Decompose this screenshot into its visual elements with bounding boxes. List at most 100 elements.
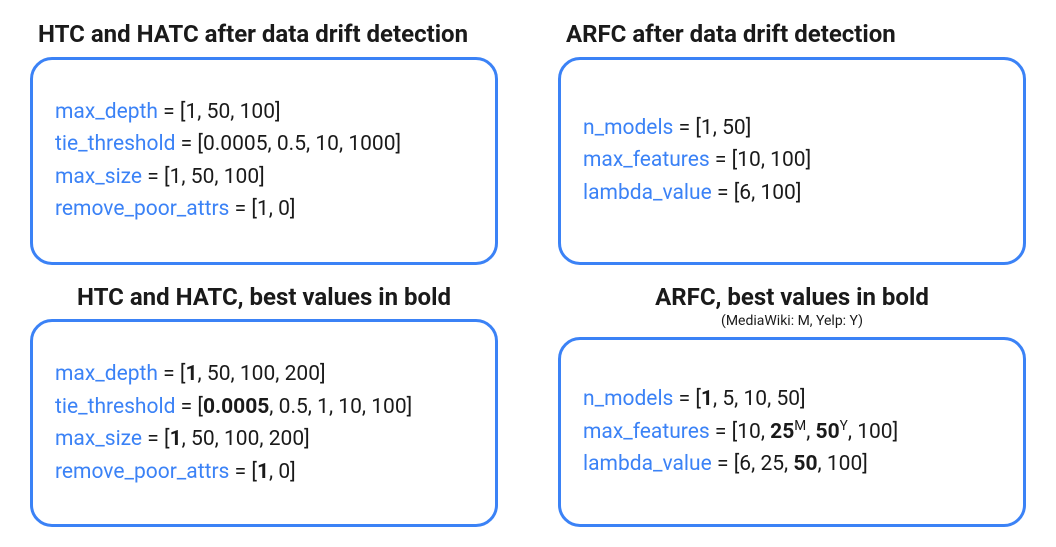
param-value: 100 xyxy=(224,427,259,451)
param-value: 100 xyxy=(857,420,892,444)
param-line: tie_threshold = [0.0005, 0.5, 10, 1000] xyxy=(55,128,473,161)
param-values: [0.0005, 0.5, 10, 1000] xyxy=(197,132,401,156)
param-name: max_features xyxy=(583,148,710,172)
param-value: 0.0005 xyxy=(203,395,269,419)
param-line: n_models = [1, 50] xyxy=(583,112,1001,145)
param-name: n_models xyxy=(583,387,673,411)
param-name: lambda_value xyxy=(583,452,712,476)
param-value: 1 xyxy=(701,387,713,411)
param-name: max_depth xyxy=(55,100,158,124)
panel: ARFC, best values in bold(MediaWiki: M, … xyxy=(558,283,1026,528)
param-box: n_models = [1, 5, 10, 50]max_features = … xyxy=(558,337,1026,527)
param-value: 100 xyxy=(224,165,259,189)
panel: HTC and HATC, best values in boldmax_dep… xyxy=(30,283,498,528)
equals-sign: = xyxy=(158,100,180,124)
equals-sign: = xyxy=(710,420,732,444)
param-value: 1 xyxy=(257,197,269,221)
param-line: n_models = [1, 5, 10, 50] xyxy=(583,383,1001,416)
param-name: max_features xyxy=(583,420,710,444)
panel-title: HTC and HATC after data drift detection xyxy=(38,20,498,49)
panel-title: ARFC after data drift detection xyxy=(566,20,1026,49)
panel: ARFC after data drift detection n_models … xyxy=(558,20,1026,265)
param-value: 5 xyxy=(722,387,734,411)
param-values: [1, 0] xyxy=(251,197,295,221)
param-value: 6 xyxy=(739,452,751,476)
param-line: tie_threshold = [0.0005, 0.5, 1, 10, 100… xyxy=(55,391,473,424)
param-line: max_features = [10, 25M, 50Y, 100] xyxy=(583,416,1001,449)
param-value: 100 xyxy=(770,148,805,172)
param-value: 100 xyxy=(371,395,406,419)
param-value: 1 xyxy=(185,362,197,386)
param-values: [10, 100] xyxy=(732,148,812,172)
param-value: 1 xyxy=(257,460,269,484)
param-values: [1, 50, 100, 200] xyxy=(164,427,310,451)
equals-sign: = xyxy=(175,395,197,419)
param-values: [10, 25M, 50Y, 100] xyxy=(732,420,899,444)
param-value: 10 xyxy=(338,395,362,419)
panel-title-block: HTC and HATC after data drift detection xyxy=(30,20,498,49)
panel-title-block: ARFC, best values in bold(MediaWiki: M, … xyxy=(558,283,1026,330)
param-values: [1, 50] xyxy=(695,116,751,140)
param-value: 50 xyxy=(722,116,746,140)
equals-sign: = xyxy=(229,197,251,221)
equals-sign: = xyxy=(712,181,734,205)
param-box: max_depth = [1, 50, 100, 200]tie_thresho… xyxy=(30,319,498,527)
param-values: [1, 50, 100] xyxy=(180,100,281,124)
param-line: remove_poor_attrs = [1, 0] xyxy=(55,193,473,226)
param-name: remove_poor_attrs xyxy=(55,460,229,484)
param-value: 1 xyxy=(317,395,329,419)
param-value: 0.5 xyxy=(279,395,308,419)
panel: HTC and HATC after data drift detection m… xyxy=(30,20,498,265)
panel-title: ARFC, best values in bold xyxy=(558,283,1026,312)
param-value-superscript: Y xyxy=(840,418,848,434)
equals-sign: = xyxy=(175,132,197,156)
panel-subtitle: (MediaWiki: M, Yelp: Y) xyxy=(558,313,1026,329)
param-value: 50 xyxy=(191,165,215,189)
param-value: 10 xyxy=(737,148,761,172)
equals-sign: = xyxy=(673,387,695,411)
param-name: max_size xyxy=(55,427,142,451)
param-value: 50 xyxy=(816,420,840,444)
param-value: 50 xyxy=(776,387,800,411)
param-value: 100 xyxy=(760,181,795,205)
param-line: lambda_value = [6, 100] xyxy=(583,177,1001,210)
param-values: [1, 5, 10, 50] xyxy=(695,387,805,411)
param-value: 1 xyxy=(170,165,182,189)
param-value: 50 xyxy=(207,100,231,124)
param-value: 0.5 xyxy=(277,132,306,156)
param-value: 10 xyxy=(743,387,767,411)
param-value: 50 xyxy=(207,362,231,386)
param-value: 6 xyxy=(739,181,751,205)
param-box: max_depth = [1, 50, 100]tie_threshold = … xyxy=(30,57,498,265)
equals-sign: = xyxy=(229,460,251,484)
param-value: 1 xyxy=(170,427,182,451)
param-name: remove_poor_attrs xyxy=(55,197,229,221)
param-line: max_depth = [1, 50, 100] xyxy=(55,96,473,129)
param-values: [1, 50, 100, 200] xyxy=(180,362,326,386)
panel-title-block: HTC and HATC, best values in bold xyxy=(30,283,498,312)
param-value: 50 xyxy=(191,427,215,451)
param-value: 25 xyxy=(770,420,794,444)
param-box: n_models = [1, 50]max_features = [10, 10… xyxy=(558,57,1026,265)
param-name: max_size xyxy=(55,165,142,189)
param-line: max_features = [10, 100] xyxy=(583,144,1001,177)
param-value: 10 xyxy=(737,420,761,444)
param-value: 1 xyxy=(701,116,713,140)
param-value: 0 xyxy=(278,197,290,221)
param-name: tie_threshold xyxy=(55,132,175,156)
param-values: [1, 50, 100] xyxy=(164,165,265,189)
equals-sign: = xyxy=(142,165,164,189)
param-value: 200 xyxy=(285,362,320,386)
param-value: 100 xyxy=(827,452,862,476)
param-value: 0 xyxy=(278,460,290,484)
param-line: lambda_value = [6, 25, 50, 100] xyxy=(583,448,1001,481)
param-value: 1 xyxy=(185,100,197,124)
param-values: [6, 100] xyxy=(734,181,802,205)
equals-sign: = xyxy=(158,362,180,386)
param-values: [6, 25, 50, 100] xyxy=(734,452,868,476)
param-value: 10 xyxy=(315,132,339,156)
equals-sign: = xyxy=(673,116,695,140)
param-value: 1000 xyxy=(348,132,395,156)
param-values: [1, 0] xyxy=(251,460,295,484)
panel-title-block: ARFC after data drift detection xyxy=(558,20,1026,49)
